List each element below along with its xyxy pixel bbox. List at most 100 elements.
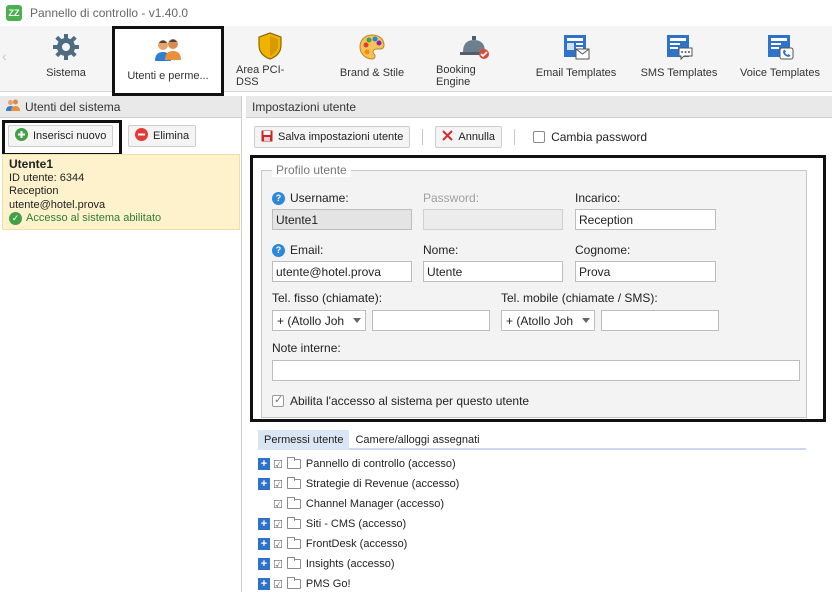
checkbox-icon[interactable] bbox=[272, 393, 284, 407]
toolbar-separator bbox=[422, 129, 424, 145]
profile-section: Profilo utente ? Username: Password: Inc… bbox=[250, 155, 826, 422]
expand-icon[interactable]: + bbox=[258, 478, 270, 490]
tree-item-label: FrontDesk (accesso) bbox=[305, 538, 408, 550]
tree-item[interactable]: + ☑ PMS Go! bbox=[258, 574, 459, 592]
help-icon[interactable]: ? bbox=[272, 191, 285, 205]
cancel-button[interactable]: Annulla bbox=[435, 126, 503, 148]
change-password-checkbox[interactable]: Cambia password bbox=[533, 130, 647, 144]
cognome-input[interactable] bbox=[575, 261, 716, 282]
email-template-icon bbox=[559, 30, 593, 64]
shield-icon bbox=[253, 30, 287, 61]
toolbar-utenti[interactable]: Utenti e perme... bbox=[112, 26, 224, 96]
tel-fisso-input[interactable] bbox=[372, 310, 490, 331]
delete-user-label: Elimina bbox=[153, 130, 190, 142]
user-name: Utente1 bbox=[9, 157, 54, 171]
enable-access-label: Abilita l'accesso al sistema per questo … bbox=[290, 394, 530, 408]
user-status-text: Accesso al sistema abilitato bbox=[26, 212, 162, 224]
toolbar-sistema[interactable]: Sistema bbox=[44, 30, 88, 88]
title-bar: ZZ Pannello di controllo - v1.40.0 bbox=[0, 0, 832, 26]
cognome-label: Cognome: bbox=[575, 243, 631, 257]
user-settings-title: Impostazioni utente bbox=[252, 99, 357, 114]
checkbox-icon[interactable]: ☑ bbox=[273, 518, 283, 531]
incarico-label: Incarico: bbox=[575, 191, 621, 205]
users-icon bbox=[151, 33, 185, 67]
toolbar-email-templates[interactable]: Email Templates bbox=[534, 30, 618, 88]
tel-fisso-prefix-value: + (Atollo Joh bbox=[277, 313, 345, 328]
check-circle-icon: ✓ bbox=[9, 212, 22, 226]
expand-icon[interactable]: + bbox=[258, 518, 270, 530]
minus-icon bbox=[135, 128, 148, 144]
tree-item-label: Insights (accesso) bbox=[305, 558, 395, 570]
checkbox-icon[interactable]: ☑ bbox=[273, 578, 283, 591]
user-id: ID utente: 6344 bbox=[9, 171, 85, 184]
toolbar-voice-templates[interactable]: Voice Templates bbox=[738, 30, 822, 88]
tree-item[interactable]: + ☑ Pannello di controllo (accesso) bbox=[258, 454, 459, 474]
toolbar-label: Sistema bbox=[46, 67, 86, 79]
toolbar-sms-templates[interactable]: SMS Templates bbox=[640, 30, 718, 88]
username-label: ? Username: bbox=[272, 191, 349, 205]
add-user-label: Inserisci nuovo bbox=[33, 130, 107, 142]
delete-user-button[interactable]: Elimina bbox=[128, 125, 197, 147]
checkbox-icon[interactable]: ☑ bbox=[273, 498, 283, 511]
folder-icon bbox=[286, 577, 301, 589]
tree-item-label: Pannello di controllo (accesso) bbox=[305, 458, 456, 470]
tree-item[interactable]: + ☑ Insights (accesso) bbox=[258, 554, 459, 574]
tel-mobile-prefix-select[interactable]: + (Atollo Joh bbox=[501, 310, 595, 331]
tel-mobile-input[interactable] bbox=[601, 310, 719, 331]
user-list-item[interactable]: Utente1 ID utente: 6344 Reception utente… bbox=[2, 154, 240, 230]
checkbox-icon[interactable]: ☑ bbox=[273, 458, 283, 471]
tab-permessi-utente[interactable]: Permessi utente bbox=[258, 430, 350, 450]
expand-icon[interactable]: + bbox=[258, 578, 270, 590]
nome-input[interactable] bbox=[423, 261, 563, 282]
folder-icon bbox=[286, 457, 301, 469]
users-icon bbox=[6, 99, 20, 114]
add-user-button[interactable]: Inserisci nuovo bbox=[8, 125, 114, 147]
toolbar-brand-stile[interactable]: Brand & Stile bbox=[338, 30, 406, 88]
app-logo-icon: ZZ bbox=[6, 5, 22, 21]
username-label-text: Username: bbox=[290, 191, 349, 205]
checkbox-icon[interactable] bbox=[533, 131, 546, 143]
tab-camere-alloggi[interactable]: Camere/alloggi assegnati bbox=[349, 430, 485, 450]
tree-item[interactable]: + ☑ FrontDesk (accesso) bbox=[258, 534, 459, 554]
note-input[interactable] bbox=[272, 360, 800, 381]
toolbar-label: Booking Engine bbox=[436, 64, 476, 88]
gear-icon bbox=[49, 30, 83, 64]
main-toolbar: ‹ Sistema Utenti e perme... Area PCI-DSS… bbox=[0, 26, 832, 96]
toolbar-label: Area PCI-DSS bbox=[236, 64, 285, 88]
toolbar-booking-engine[interactable]: Booking Engine bbox=[436, 30, 512, 88]
expand-icon[interactable]: + bbox=[258, 538, 270, 550]
tel-mobile-prefix-value: + (Atollo Joh bbox=[506, 313, 574, 328]
toolbar-scroll-left-icon[interactable]: ‹ bbox=[2, 48, 7, 64]
tree-item[interactable]: ☑ Channel Manager (accesso) bbox=[258, 494, 459, 514]
checkbox-icon[interactable]: ☑ bbox=[273, 478, 283, 491]
save-icon bbox=[261, 130, 273, 145]
permissions-tree: + ☑ Pannello di controllo (accesso) + ☑ … bbox=[258, 454, 459, 592]
save-settings-button[interactable]: Salva impostazioni utente bbox=[254, 126, 411, 148]
username-input[interactable] bbox=[272, 209, 412, 230]
change-password-label: Cambia password bbox=[551, 130, 648, 144]
enable-access-checkbox[interactable]: Abilita l'accesso al sistema per questo … bbox=[272, 393, 530, 408]
checkbox-icon[interactable]: ☑ bbox=[273, 558, 283, 571]
expand-icon[interactable]: + bbox=[258, 458, 270, 470]
toolbar-pci-dss[interactable]: Area PCI-DSS bbox=[236, 30, 304, 88]
checkbox-icon[interactable]: ☑ bbox=[273, 538, 283, 551]
toolbar-separator bbox=[514, 129, 516, 145]
users-panel-title: Utenti del sistema bbox=[25, 99, 121, 114]
folder-icon bbox=[286, 537, 301, 549]
tree-item-label: Strategie di Revenue (accesso) bbox=[305, 478, 460, 490]
user-email: utente@hotel.prova bbox=[9, 198, 106, 211]
toolbar-label: Voice Templates bbox=[740, 67, 820, 79]
incarico-input[interactable] bbox=[575, 209, 716, 230]
tel-fisso-prefix-select[interactable]: + (Atollo Joh bbox=[272, 310, 366, 331]
voice-template-icon bbox=[763, 30, 797, 64]
expand-icon[interactable]: + bbox=[258, 558, 270, 570]
plus-icon bbox=[15, 128, 28, 144]
user-settings-header: Impostazioni utente bbox=[246, 96, 832, 118]
tree-item[interactable]: + ☑ Strategie di Revenue (accesso) bbox=[258, 474, 459, 494]
tree-item[interactable]: + ☑ Siti - CMS (accesso) bbox=[258, 514, 459, 534]
help-icon[interactable]: ? bbox=[272, 243, 285, 257]
folder-icon bbox=[286, 517, 301, 529]
toolbar-label: Brand & Stile bbox=[339, 67, 405, 79]
email-input[interactable] bbox=[272, 261, 412, 282]
reception-bell-icon bbox=[457, 30, 491, 61]
